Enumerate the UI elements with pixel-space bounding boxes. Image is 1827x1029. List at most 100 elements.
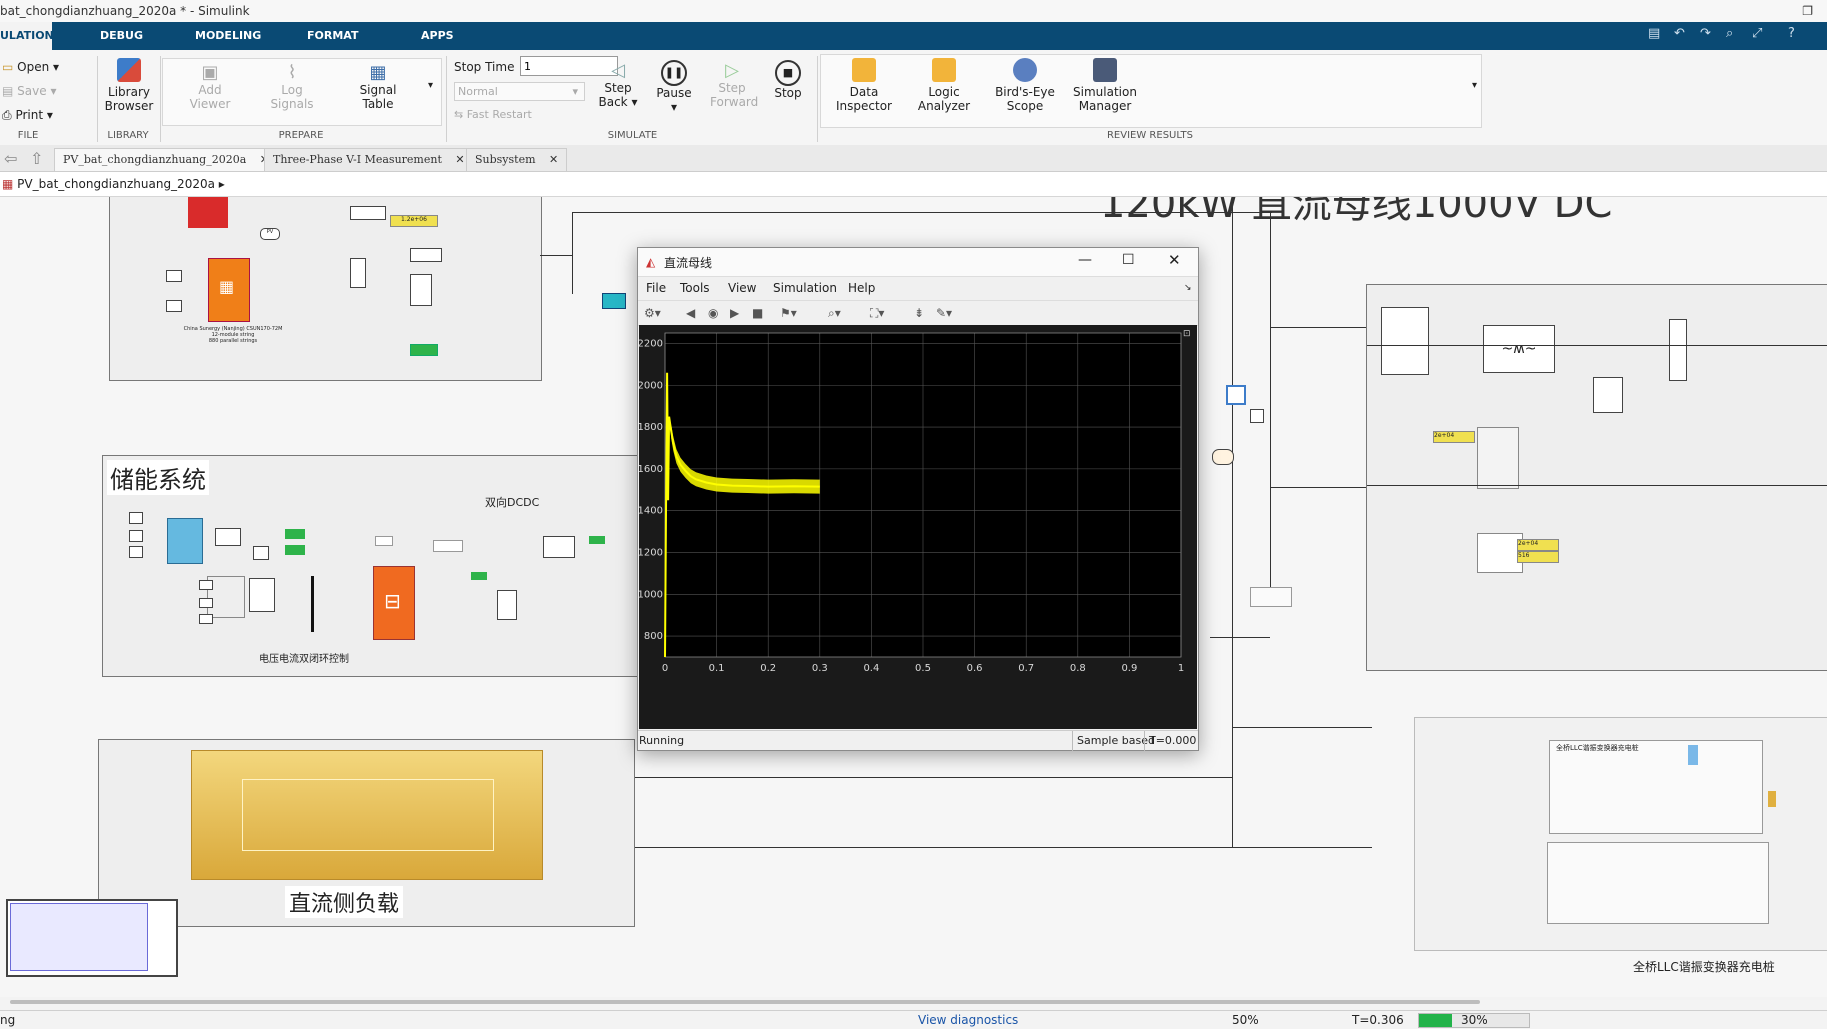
pause-icon[interactable]: ◉ [708,301,718,325]
autoscale-icon[interactable]: ⛶▾ [870,301,884,325]
zoom-icon[interactable]: ⌕▾ [828,301,841,325]
capacitor-block[interactable] [1593,377,1623,413]
settings-icon[interactable]: ⚙▾ [644,301,661,325]
model-minimap[interactable] [6,899,178,977]
empty-block[interactable] [1250,587,1292,607]
dq-control-block[interactable] [1477,427,1519,489]
pause-button[interactable]: ❚❚ Pause ▾ [654,60,694,114]
minimize-icon[interactable]: — [1078,252,1092,268]
tab-simulation[interactable]: ULATION [0,22,54,50]
switch-block-2[interactable] [497,590,517,620]
controller-block[interactable] [167,518,203,564]
ref-const-3[interactable] [129,546,143,558]
pv-goto-green[interactable] [410,344,438,356]
bus-bar[interactable] [311,576,314,632]
up-icon[interactable]: ⇧ [30,149,43,168]
save-button[interactable]: ▤ Save ▾ [2,84,56,98]
menu-file[interactable]: File [646,277,666,299]
log-signals-button[interactable]: ⌇ Log Signals [262,62,322,111]
gain-block[interactable] [253,546,269,560]
scope-title-bar[interactable]: ◭ 直流母线 — ☐ ✕ [638,248,1198,277]
scope-chart[interactable]: 0 0.1 0.2 0.3 0.4 0.5 0.6 0.7 0.8 0.9 180010001200… [639,325,1197,729]
irradiance-const[interactable] [166,270,182,282]
open-button[interactable]: ▭ Open ▾ [2,60,59,74]
goto-green-1[interactable] [285,529,305,539]
meas-box[interactable] [433,540,463,552]
data-inspector-button[interactable]: Data Inspector [834,58,894,113]
stop-button[interactable]: ■ Stop [768,60,808,100]
highlight-icon[interactable]: ⚑▾ [780,301,797,325]
llc-control-block[interactable] [1547,842,1769,924]
goto-green-3[interactable] [471,572,487,580]
breadcrumb-model[interactable]: PV_bat_chongdianzhuang_2020a [17,177,215,191]
expand-icon[interactable]: ⊡ [1183,329,1193,339]
doc-tab-vi-measurement[interactable]: Three-Phase V-I Measurement ✕ [264,148,474,171]
doc-tab-main[interactable]: PV_bat_chongdianzhuang_2020a ✕ [54,148,278,171]
display-block-1[interactable]: 1.2e+06 [390,215,438,227]
ref-const-2[interactable] [129,530,143,542]
step-back-icon[interactable]: ◀ [686,301,695,325]
step-forward-icon[interactable]: ▶ [730,301,739,325]
save-icon[interactable]: ▤ [1648,26,1660,41]
tab-modeling[interactable]: MODELING [195,22,261,50]
close-icon[interactable]: ✕ [549,153,558,166]
tab-debug[interactable]: DEBUG [100,22,143,50]
pv-output-tag[interactable] [602,293,626,309]
goto-green-4[interactable] [589,536,605,544]
undo-icon[interactable]: ↶ [1674,26,1685,41]
tab-format[interactable]: FORMAT [307,22,358,50]
temp-const[interactable] [166,300,182,312]
chevron-right-icon[interactable]: ▸ [219,177,225,191]
llc-blue-block[interactable] [1688,745,1698,765]
minimap-viewport[interactable] [10,903,148,971]
meas-block-2[interactable] [543,536,575,558]
close-icon[interactable]: ✕ [1168,251,1181,269]
restore-icon[interactable]: ❐ [1802,0,1813,22]
load-block[interactable] [191,750,543,880]
ref-const-1[interactable] [129,512,143,524]
mux-block[interactable] [1250,409,1264,423]
charger-subsystem[interactable]: 全桥LLC谐振变换器充电桩 全桥LLC谐振变换器充电桩 [1414,717,1827,974]
add-viewer-button[interactable]: ▣ Add Viewer [180,62,240,111]
from-tag[interactable] [1212,449,1234,465]
llc-yellow-block[interactable] [1768,791,1776,807]
redo-icon[interactable]: ↷ [1700,26,1711,41]
signal-table-button[interactable]: ▦ Signal Table [348,62,408,111]
llc-circuit-block[interactable]: 全桥LLC谐振变换器充电桩 [1549,740,1776,834]
view-diagnostics-link[interactable]: View diagnostics [918,1011,1018,1029]
scrollbar-thumb[interactable] [10,1000,1480,1004]
pv-sensor-block[interactable] [410,274,432,306]
menu-help[interactable]: Help [848,277,875,299]
prepare-gallery-dropdown[interactable]: ▾ [428,80,433,91]
pwm-block[interactable] [215,528,241,546]
expand-icon[interactable]: ⤢ [1752,26,1762,41]
birds-eye-scope-button[interactable]: Bird's-Eye Scope [992,58,1058,113]
search-icon[interactable]: ⌕ [1726,26,1733,41]
menu-tools[interactable]: Tools [680,277,710,299]
pv-goto-tag[interactable]: PV [260,228,280,240]
switch-block[interactable] [350,258,366,288]
help-icon[interactable]: ? [1788,26,1795,41]
tab-apps[interactable]: APPS [421,22,454,50]
load-subsystem[interactable]: 直流侧负载 [98,739,635,927]
cursor-icon[interactable]: ⇟ [914,301,924,325]
fast-restart-toggle[interactable]: ⇆ Fast Restart [454,108,532,121]
igbt-bridge-block[interactable] [1381,307,1429,375]
pv-array-block[interactable]: ▦ [208,258,250,322]
display-block-4[interactable]: 516 [1517,551,1559,563]
storage-subsystem[interactable]: 储能系统 双向DCDC ⊟ 电压电流双闭环控制 [102,455,664,677]
back-icon[interactable]: ⇦ [4,149,17,168]
maximize-icon[interactable]: ☐ [1122,252,1135,268]
menu-simulation[interactable]: Simulation [773,277,837,299]
pv-subsystem[interactable]: ▦ China Sunergy (Nanjing) CSUN170-72M 12… [109,197,542,381]
stop-icon[interactable]: ■ [752,301,763,325]
inverter-subsystem[interactable]: ~ʍ~ 2e+04 2e+04 516 [1366,284,1827,671]
goto-green-2[interactable] [285,545,305,555]
scope-block-icon[interactable] [1226,385,1246,405]
simulation-manager-button[interactable]: Simulation Manager [1072,58,1138,113]
library-browser-button[interactable]: Library Browser [104,58,154,113]
pin-icon[interactable]: ↘ [1184,277,1192,299]
step-forward-button[interactable]: ▷ Step Forward [710,60,758,109]
battery-block[interactable]: ⊟ [373,566,415,640]
simulation-mode-select[interactable]: Normal ▾ [454,82,585,101]
